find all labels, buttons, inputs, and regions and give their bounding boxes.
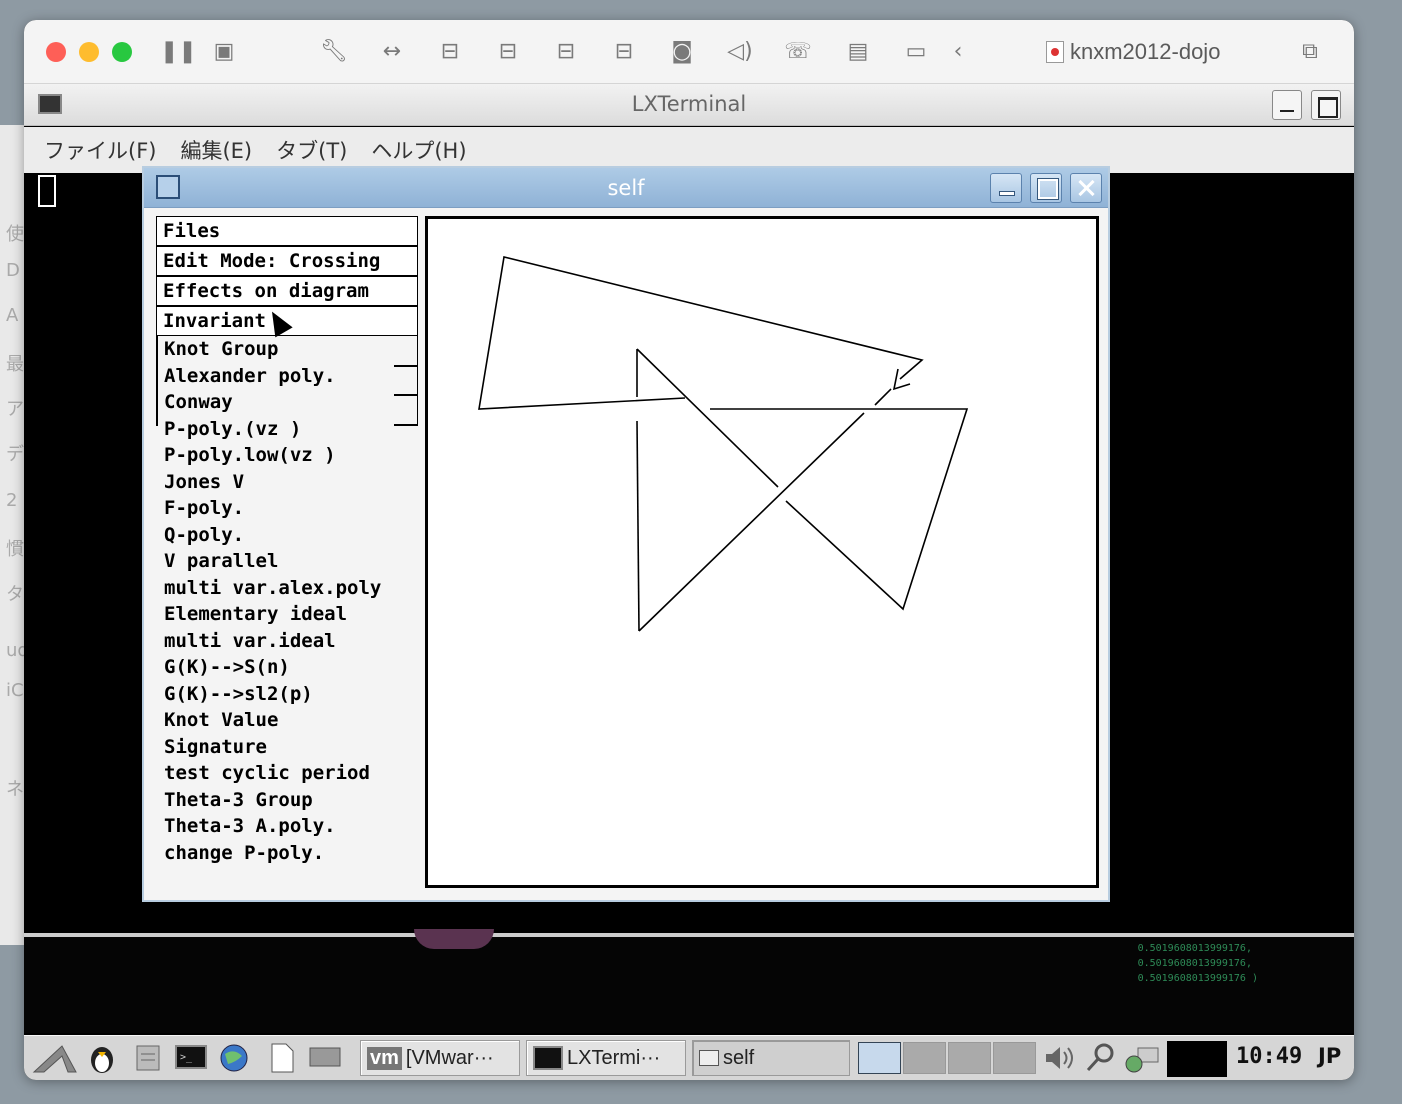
terminal-task-icon bbox=[533, 1046, 563, 1070]
vm-toolbar: ❚❚ ▣ 🔧︎ ↔ ⊟ ⊟ ⊟ ⊟ ◙ ◁) ☏ ▤ ▭ ‹ knxm2012-… bbox=[24, 20, 1354, 84]
document-icon bbox=[1046, 41, 1064, 63]
menu-launcher-icon[interactable] bbox=[32, 1042, 77, 1074]
disk-icon[interactable]: ⊟ bbox=[610, 38, 638, 66]
knot-strand bbox=[478, 256, 924, 410]
knot-strand bbox=[636, 420, 640, 632]
window-task-icon bbox=[699, 1050, 719, 1066]
task-lxterminal[interactable]: LXTermi··· bbox=[526, 1040, 686, 1076]
self-minimize-button[interactable] bbox=[990, 173, 1022, 203]
host-desktop-edge: 使 D A 最アデ 2 慣タ ud iC ネ bbox=[0, 125, 29, 945]
phone-icon[interactable]: ☏ bbox=[784, 38, 812, 66]
task-self[interactable]: self bbox=[692, 1040, 850, 1076]
disk-icon[interactable]: ⊟ bbox=[494, 38, 522, 66]
lxterminal-title: LXTerminal bbox=[631, 92, 747, 116]
edit-mode-button[interactable]: Edit Mode: Crossing bbox=[156, 246, 418, 276]
back-icon[interactable]: ‹ bbox=[944, 38, 972, 66]
desktop-show-icon[interactable] bbox=[308, 1042, 341, 1074]
submenu-item[interactable]: Signature bbox=[156, 734, 418, 761]
invariant-submenu: Knot Group Alexander poly. Conway P-poly… bbox=[156, 336, 418, 866]
files-button[interactable]: Files bbox=[156, 216, 418, 246]
submenu-item[interactable]: Knot Group bbox=[156, 336, 418, 363]
speaker-icon[interactable]: ◁) bbox=[726, 38, 754, 66]
disk-icon[interactable]: ⊟ bbox=[552, 38, 580, 66]
penguin-icon[interactable] bbox=[86, 1042, 118, 1074]
self-window: self Files Edit Mode: Crossing Effects o… bbox=[142, 166, 1110, 902]
submenu-item[interactable]: change P-poly. bbox=[156, 840, 418, 867]
submenu-item[interactable]: test cyclic period bbox=[156, 760, 418, 787]
vm-title: knxm2012-dojo bbox=[1046, 36, 1220, 68]
submenu-item[interactable]: P-poly.(vz ) bbox=[156, 416, 418, 443]
pause-icon[interactable]: ❚❚ bbox=[160, 38, 197, 66]
document-launch-icon[interactable] bbox=[266, 1042, 298, 1074]
search-tool-icon[interactable] bbox=[1084, 1042, 1116, 1074]
vm-title-text: knxm2012-dojo bbox=[1070, 39, 1221, 64]
disk-icon[interactable]: ⊟ bbox=[436, 38, 464, 66]
knot-strand bbox=[636, 348, 779, 488]
menu-edit[interactable]: 編集(E) bbox=[180, 135, 252, 165]
self-close-button[interactable] bbox=[1070, 173, 1102, 203]
zoom-window-button[interactable] bbox=[112, 42, 132, 62]
terminal-launch-icon[interactable]: >_ bbox=[174, 1042, 207, 1074]
clock[interactable]: 10:49 bbox=[1236, 1044, 1302, 1069]
submenu-item[interactable]: multi var.ideal bbox=[156, 628, 418, 655]
desktop-pager-2[interactable] bbox=[903, 1042, 946, 1074]
submenu-item[interactable]: Alexander poly. bbox=[156, 363, 418, 390]
submenu-item[interactable]: Elementary ideal bbox=[156, 601, 418, 628]
camera-icon[interactable]: ◙ bbox=[668, 38, 696, 66]
minimize-window-button[interactable] bbox=[79, 42, 99, 62]
knot-strand bbox=[638, 412, 865, 632]
submenu-item[interactable]: V parallel bbox=[156, 548, 418, 575]
menu-tab[interactable]: タブ(T) bbox=[276, 135, 347, 165]
submenu-item[interactable]: Q-poly. bbox=[156, 522, 418, 549]
desktop-pager-1[interactable] bbox=[858, 1042, 901, 1074]
menu-help[interactable]: ヘルプ(H) bbox=[371, 135, 466, 165]
submenu-item[interactable]: G(K)-->sl2(p) bbox=[156, 681, 418, 708]
file-manager-icon[interactable] bbox=[132, 1042, 164, 1074]
text-cursor bbox=[38, 175, 56, 207]
close-window-button[interactable] bbox=[46, 42, 66, 62]
wallpaper-fragment bbox=[414, 929, 494, 949]
self-title: self bbox=[607, 176, 645, 200]
fullscreen-icon[interactable]: ⧉ bbox=[1296, 38, 1324, 66]
knot-diagram-canvas[interactable] bbox=[425, 216, 1099, 888]
input-method-indicator[interactable]: JP bbox=[1318, 1044, 1341, 1068]
submenu-item[interactable]: G(K)-->S(n) bbox=[156, 654, 418, 681]
lxterminal-titlebar[interactable]: LXTerminal bbox=[24, 84, 1354, 126]
wrench-icon[interactable]: 🔧︎ bbox=[320, 38, 348, 66]
submenu-item[interactable]: Theta-3 Group bbox=[156, 787, 418, 814]
lx-minimize-button[interactable] bbox=[1272, 90, 1302, 120]
task-vmware[interactable]: vm [VMwar··· bbox=[360, 1040, 520, 1076]
vmware-icon: vm bbox=[367, 1046, 402, 1070]
submenu-item[interactable]: P-poly.low(vz ) bbox=[156, 442, 418, 469]
folder-icon[interactable]: ▭ bbox=[902, 38, 930, 66]
submenu-item[interactable]: Conway bbox=[156, 389, 418, 416]
lx-maximize-button[interactable] bbox=[1311, 90, 1341, 120]
self-titlebar[interactable]: self bbox=[144, 168, 1108, 208]
effects-button[interactable]: Effects on diagram bbox=[156, 276, 418, 306]
self-maximize-button[interactable] bbox=[1030, 173, 1062, 203]
submenu-item[interactable]: Jones V bbox=[156, 469, 418, 496]
submenu-item[interactable]: Knot Value bbox=[156, 707, 418, 734]
knot-strand bbox=[710, 408, 969, 611]
cpu-monitor bbox=[1167, 1041, 1227, 1077]
taskbar: >_ vm [VMwar··· LXTermi··· self 10:49 JP bbox=[24, 1035, 1354, 1080]
snapshot-icon[interactable]: ▣ bbox=[210, 38, 238, 66]
desktop-strip: 0.5019608013999176, 0.5019608013999176, … bbox=[24, 929, 1354, 1033]
desktop-output-text: 0.5019608013999176, 0.5019608013999176, … bbox=[1137, 943, 1258, 984]
knot-diagram bbox=[478, 256, 969, 632]
main-menu: Files Edit Mode: Crossing Effects on dia… bbox=[156, 216, 418, 866]
volume-icon[interactable] bbox=[1042, 1042, 1074, 1074]
svg-text:>_: >_ bbox=[180, 1052, 193, 1063]
submenu-item[interactable]: Theta-3 A.poly. bbox=[156, 813, 418, 840]
network-icon[interactable] bbox=[1124, 1042, 1159, 1074]
menu-file[interactable]: ファイル(F) bbox=[44, 135, 156, 165]
submenu-item[interactable]: multi var.alex.poly bbox=[156, 575, 418, 602]
browser-icon[interactable] bbox=[218, 1042, 250, 1074]
knot-strand bbox=[874, 388, 892, 406]
desktop-pager-3[interactable] bbox=[948, 1042, 991, 1074]
arrows-icon[interactable]: ↔ bbox=[378, 38, 406, 66]
floppy-icon[interactable]: ▤ bbox=[844, 38, 872, 66]
desktop-pager-4[interactable] bbox=[993, 1042, 1036, 1074]
submenu-item[interactable]: F-poly. bbox=[156, 495, 418, 522]
